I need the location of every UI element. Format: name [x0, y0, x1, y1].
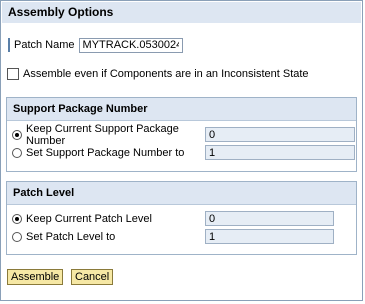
set-support-package-radio[interactable]	[12, 147, 22, 158]
keep-support-package-label: Keep Current Support Package Number	[26, 122, 179, 147]
set-patch-level-label: Set Patch Level to	[26, 230, 116, 243]
panel-title: Assembly Options	[2, 2, 361, 23]
cancel-button[interactable]: Cancel	[71, 269, 114, 285]
patch-level-section: Patch Level Keep Current Patch Level Set…	[6, 181, 357, 255]
assembly-options-panel: Assembly Options Patch Name Assemble eve…	[0, 0, 363, 301]
inconsistent-state-checkbox[interactable]	[7, 68, 19, 80]
support-package-title: Support Package Number	[7, 98, 356, 121]
inconsistent-state-row[interactable]: Assemble even if Components are in an In…	[7, 67, 309, 81]
inconsistent-state-label: Assemble even if Components are in an In…	[23, 68, 309, 80]
patch-name-label: Patch Name	[14, 39, 75, 51]
keep-support-package-value[interactable]	[205, 127, 355, 142]
set-patch-level-value[interactable]	[205, 229, 334, 244]
set-patch-level-radio[interactable]	[12, 231, 22, 242]
keep-patch-level-label: Keep Current Patch Level	[26, 212, 152, 225]
patch-level-title: Patch Level	[7, 182, 356, 205]
patch-name-input[interactable]	[78, 37, 183, 53]
keep-support-package-radio[interactable]	[12, 129, 22, 140]
patch-level-option-set[interactable]: Set Patch Level to	[12, 229, 334, 244]
support-package-option-keep[interactable]: Keep Current Support Package Number	[12, 123, 355, 147]
label-marker	[8, 38, 10, 52]
support-package-option-set[interactable]: Set Support Package Number to	[12, 145, 355, 160]
set-support-package-value[interactable]	[205, 145, 355, 160]
patch-level-option-keep[interactable]: Keep Current Patch Level	[12, 211, 334, 226]
set-support-package-label: Set Support Package Number to	[26, 146, 185, 159]
support-package-section: Support Package Number Keep Current Supp…	[6, 97, 357, 172]
keep-patch-level-value[interactable]	[205, 211, 334, 226]
patch-name-row: Patch Name	[8, 37, 183, 53]
keep-patch-level-radio[interactable]	[12, 213, 22, 224]
assemble-button[interactable]: Assemble	[7, 269, 64, 285]
